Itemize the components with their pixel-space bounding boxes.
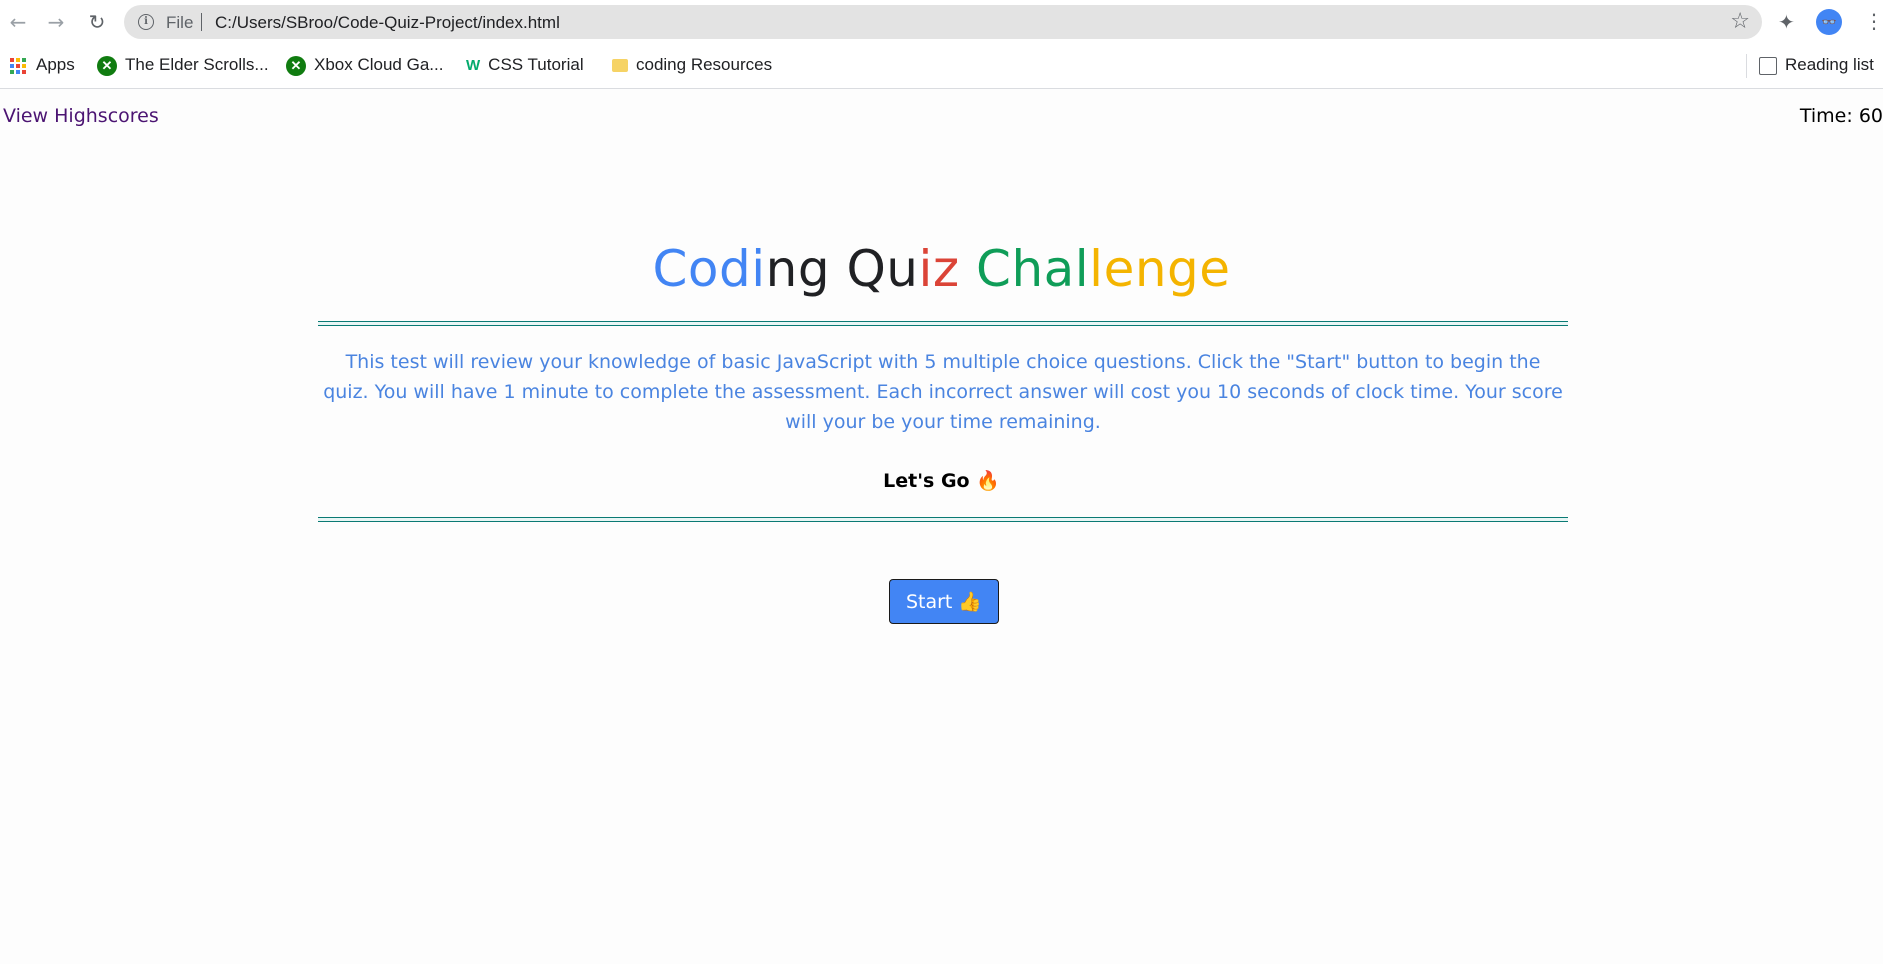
profile-avatar[interactable]: 👓 [1816,9,1842,35]
apps-grid-icon [10,57,26,74]
title-segment: Chal [976,240,1090,298]
browser-menu-icon[interactable]: ⋮ [1864,8,1883,34]
site-info-icon[interactable]: i [138,14,154,30]
xbox-icon: ✕ [286,55,306,76]
title-segment: iz [918,240,977,298]
bottom-divider [318,517,1568,522]
extensions-puzzle-icon[interactable]: ✦ [1778,10,1795,34]
bookmark-label: Apps [36,55,75,74]
reading-list-icon [1759,56,1777,75]
xbox-icon: ✕ [97,55,117,76]
start-button[interactable]: Start 👍 [889,579,999,624]
bookmark-label: Xbox Cloud Ga... [314,55,444,74]
title-segment: lenge [1089,240,1231,298]
folder-icon [612,59,628,73]
title-segment: i [751,240,766,298]
reading-list-button[interactable]: Reading list [1759,55,1874,75]
bookmark-label: CSS Tutorial [488,55,584,74]
reload-icon[interactable]: ↻ [85,10,109,34]
bookmark-elder-scrolls[interactable]: ✕ The Elder Scrolls... [97,55,269,76]
w3schools-icon: W [466,57,481,75]
omnibox-scheme-label: File [166,13,194,32]
bookmarks-bar: Apps ✕ The Elder Scrolls... ✕ Xbox Cloud G… [0,44,1883,89]
reading-list-label: Reading list [1785,55,1874,74]
bookmark-label: coding Resources [636,55,773,74]
forward-arrow-icon[interactable]: → [44,10,68,34]
address-bar[interactable]: i File C:/Users/SBroo/Code-Quiz-Project/… [124,5,1762,39]
title-segment: ng [765,240,847,298]
bookmark-label: The Elder Scrolls... [125,55,269,74]
timer: Time: 60 [1799,105,1883,127]
page-title: Coding Quiz Challenge [0,240,1883,298]
quiz-description: This test will review your knowledge of … [323,351,1563,433]
lets-go-text: Let's Go 🔥 [883,470,1000,492]
title-segment: Cod [652,240,752,298]
omnibox-divider [201,13,202,31]
browser-toolbar: ← → ↻ i File C:/Users/SBroo/Code-Quiz-Pr… [0,0,1883,44]
bookmark-css-tutorial[interactable]: W CSS Tutorial [466,55,584,75]
title-segment: Qu [846,240,919,298]
back-arrow-icon[interactable]: ← [6,10,30,34]
omnibox-url[interactable]: C:/Users/SBroo/Code-Quiz-Project/index.h… [215,13,560,33]
bookmark-star-icon[interactable]: ☆ [1730,9,1750,34]
bookmark-apps[interactable]: Apps [10,55,75,75]
view-highscores-link[interactable]: View Highscores [3,105,159,127]
bookmark-coding-resources[interactable]: coding Resources [612,55,772,75]
bookmark-xbox-cloud-gaming[interactable]: ✕ Xbox Cloud Ga... [286,55,443,76]
bookmarks-divider [1746,54,1747,78]
top-divider [318,321,1568,326]
